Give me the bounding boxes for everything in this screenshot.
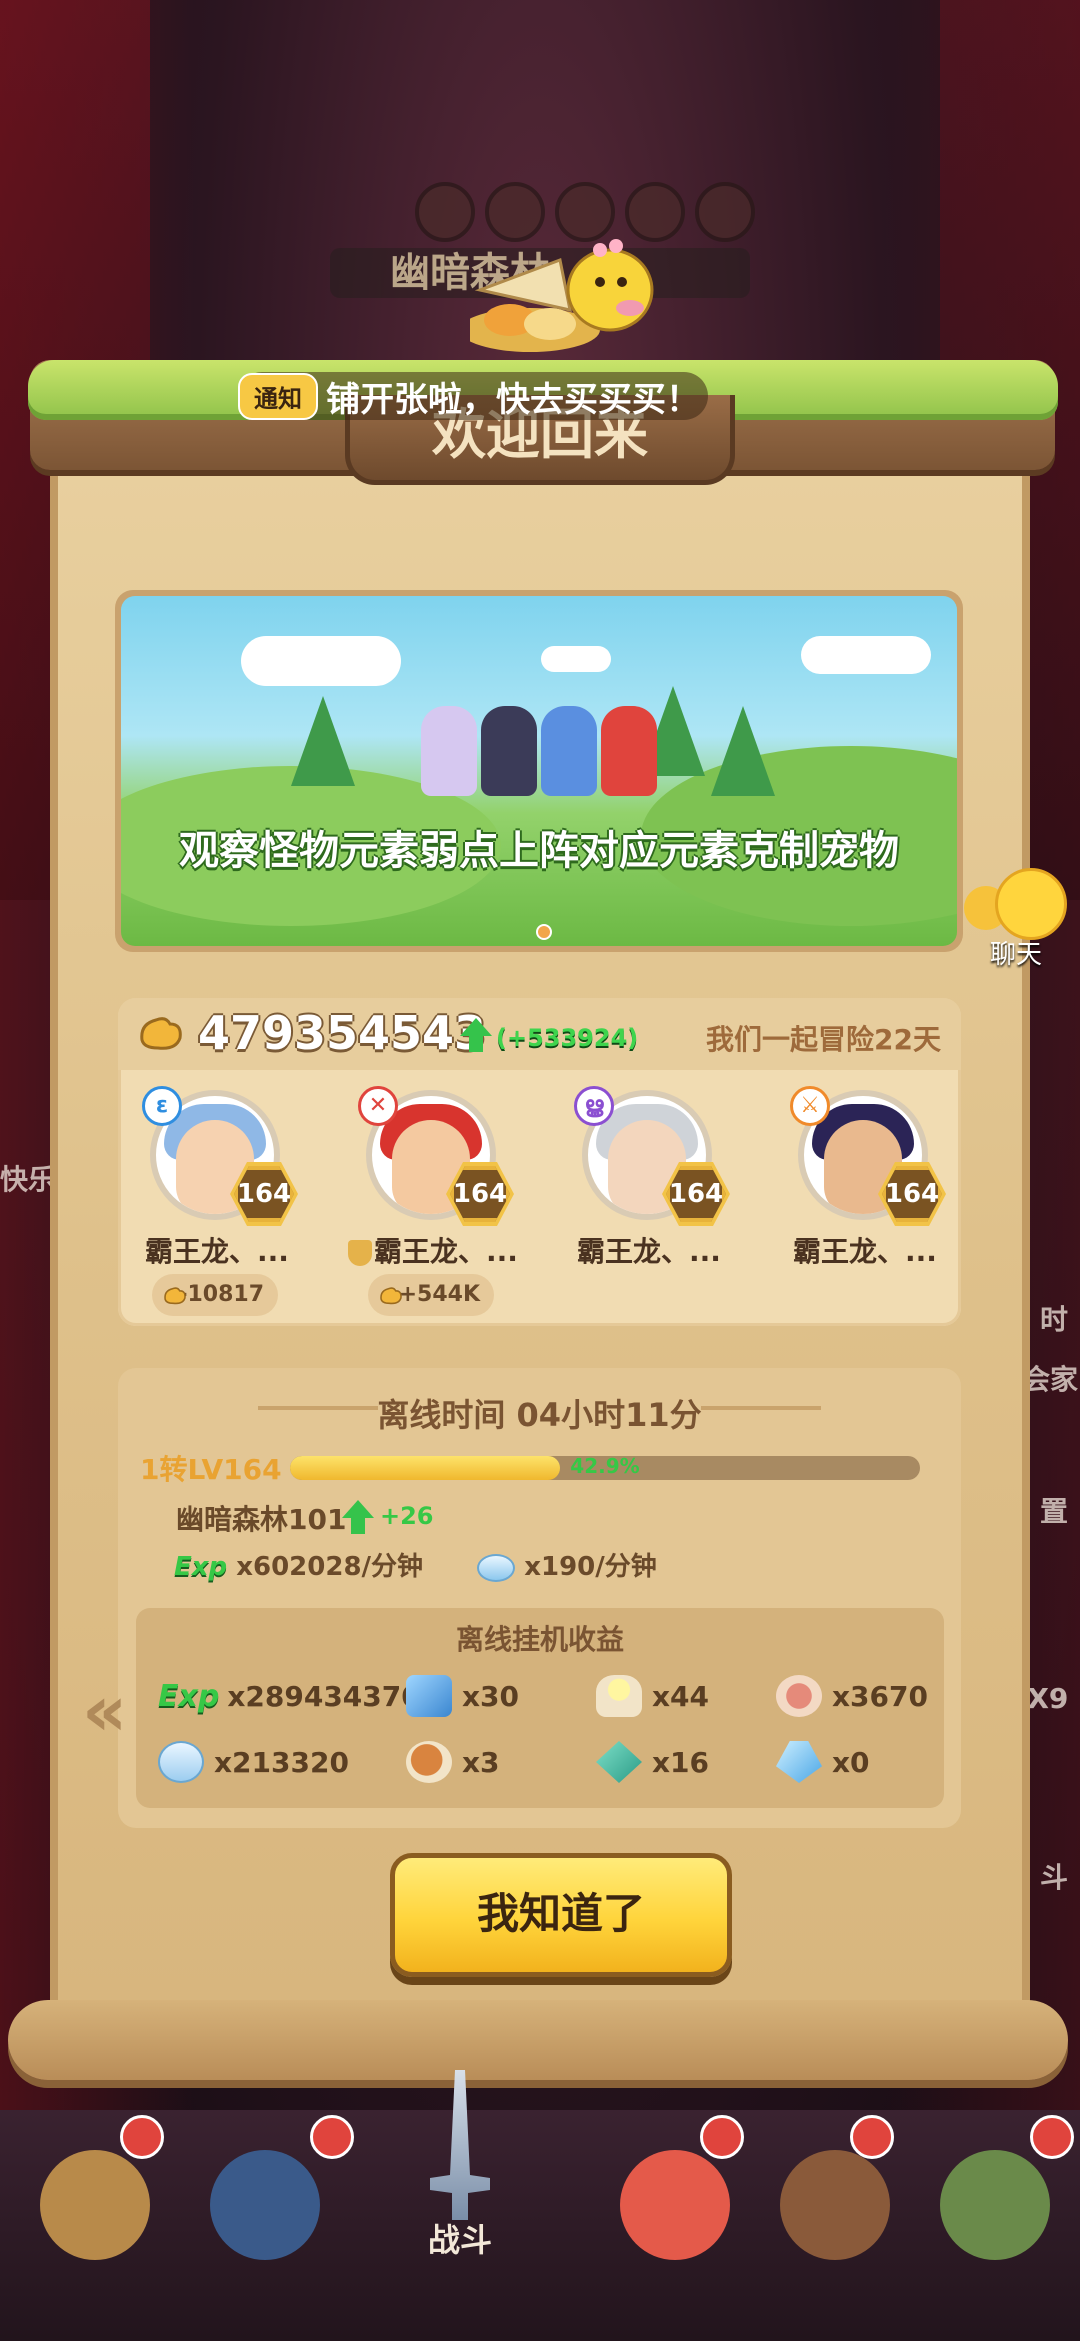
offline-time-title: 离线时间 04小时11分	[377, 1396, 702, 1434]
offline-rates: Exp x602028/分钟 x190/分钟	[174, 1546, 657, 1583]
battle-tab-label[interactable]: 战斗	[420, 2215, 500, 2261]
hero-sprite	[541, 706, 597, 796]
banner-page-dot[interactable]	[536, 924, 552, 940]
gem-icon	[158, 1741, 204, 1783]
meat-icon	[406, 1741, 452, 1783]
hud-icon	[695, 182, 755, 242]
gem-icon	[477, 1553, 516, 1582]
notification-bell-icon	[310, 2115, 354, 2159]
adventure-days: 我们一起冒险22天	[706, 1023, 941, 1056]
pet-name: 霸王龙、...	[348, 1230, 518, 1270]
banner-tip-text: 观察怪物元素弱点上阵对应元素克制宠物	[179, 828, 899, 874]
notification-bell-icon	[700, 2115, 744, 2159]
pet-name: 霸王龙、...	[793, 1235, 937, 1268]
tree	[291, 696, 355, 786]
reward-item[interactable]: x213320	[158, 1738, 349, 1786]
reward-item[interactable]: x16	[596, 1738, 709, 1786]
exp-progress-text: 42.9%	[570, 1456, 640, 1478]
team-pet-3[interactable]: ൠ 164 霸王龙、...	[564, 1086, 734, 1268]
tree	[711, 706, 775, 796]
notice-tag: 通知	[238, 372, 318, 420]
reward-item[interactable]: Exp x289434370	[158, 1672, 421, 1720]
stage-delta: +26	[380, 1502, 434, 1530]
reward-item[interactable]: x30	[406, 1672, 519, 1720]
scroll-bottom-roll	[8, 2000, 1068, 2080]
team-panel: 479354543 (+533924) 我们一起冒险22天 ε 164 霸王龙、…	[118, 998, 961, 1326]
tip-banner-image: 观察怪物元素弱点上阵对应元素克制宠物	[121, 596, 957, 946]
hero-sprite	[601, 706, 657, 796]
offline-panel: 离线时间 04小时11分 1转LV164 42.9% 幽暗森林101 +26 E…	[118, 1368, 961, 1828]
reward-item[interactable]: x3670	[776, 1672, 928, 1720]
mascot-horn-icon	[470, 239, 654, 352]
team-power-delta: (+533924)	[496, 1024, 639, 1052]
reward-item[interactable]: x3	[406, 1738, 500, 1786]
team-pet-2[interactable]: ✕ 164 霸王龙、...	[348, 1086, 518, 1268]
exp-icon: Exp	[174, 1552, 228, 1582]
shield-icon	[348, 1240, 373, 1266]
team-power-value: 479354543	[198, 1006, 487, 1060]
power-muscle-icon	[380, 1287, 402, 1305]
hero-sprite	[481, 706, 537, 796]
exp-rate: x602028/分钟	[236, 1552, 424, 1582]
pet-name: 霸王龙、...	[145, 1235, 289, 1268]
water-element-icon: ε	[142, 1086, 182, 1126]
notice-text: 铺开张啦，快去买买买！	[326, 379, 700, 420]
cloud	[241, 636, 401, 686]
side-text: 斗	[1040, 1861, 1069, 1894]
offline-rewards-title: 离线挂机收益	[455, 1623, 624, 1656]
pet-power-change: +544K	[368, 1274, 494, 1316]
physical-element-icon: ⚔	[790, 1086, 830, 1126]
reward-item[interactable]: x44	[596, 1672, 709, 1720]
medal-icon	[776, 1675, 822, 1717]
lamp-icon	[596, 1675, 642, 1717]
chat-label: 聊天	[990, 940, 1043, 970]
chat-button[interactable]: 聊天	[960, 868, 1080, 970]
exp-icon: Exp	[158, 1678, 220, 1714]
power-muscle-icon	[164, 1287, 186, 1305]
confirm-button[interactable]: 我知道了	[390, 1853, 732, 1977]
cloud	[541, 646, 611, 672]
dark-element-icon: ൠ	[574, 1086, 614, 1126]
hud-icon	[415, 182, 475, 242]
green-crystal-icon	[596, 1741, 642, 1783]
stage-progress: 幽暗森林101	[176, 1503, 347, 1536]
notice-bar[interactable]: 通知 铺开张啦，快去买买买！	[238, 372, 708, 420]
blue-crystal-icon	[776, 1741, 822, 1783]
notification-bell-icon	[850, 2115, 894, 2159]
pet-power-change: -10817	[152, 1274, 278, 1316]
offline-rewards: 离线挂机收益 Exp x289434370 x30 x44 x3670 x213…	[136, 1608, 944, 1808]
fire-element-icon: ✕	[358, 1086, 398, 1126]
exp-progress-bar: 42.9%	[290, 1456, 920, 1480]
scroll-icon	[406, 1675, 452, 1717]
side-text: 会家	[1022, 1363, 1079, 1396]
side-text: 时	[1040, 1303, 1069, 1336]
team-pet-4[interactable]: ⚔ 164 霸王龙、...	[780, 1086, 950, 1268]
player-level-label: 1转LV164	[140, 1453, 282, 1486]
gem-rate: x190/分钟	[524, 1552, 657, 1582]
pet-name: 霸王龙、...	[577, 1235, 721, 1268]
tip-banner[interactable]: 观察怪物元素弱点上阵对应元素克制宠物	[115, 590, 963, 952]
power-muscle-icon	[140, 1017, 182, 1050]
team-pet-1[interactable]: ε 164 霸王龙、...	[132, 1086, 302, 1268]
notification-bell-icon	[1030, 2115, 1074, 2159]
reward-item[interactable]: x0	[776, 1738, 870, 1786]
hero-sprite	[421, 706, 477, 796]
cloud	[801, 636, 931, 674]
notification-bell-icon	[120, 2115, 164, 2159]
side-text: 置	[1040, 1495, 1069, 1528]
chat-smile-icon	[995, 868, 1067, 940]
collapse-chevron-icon[interactable]: «	[82, 1670, 127, 1752]
